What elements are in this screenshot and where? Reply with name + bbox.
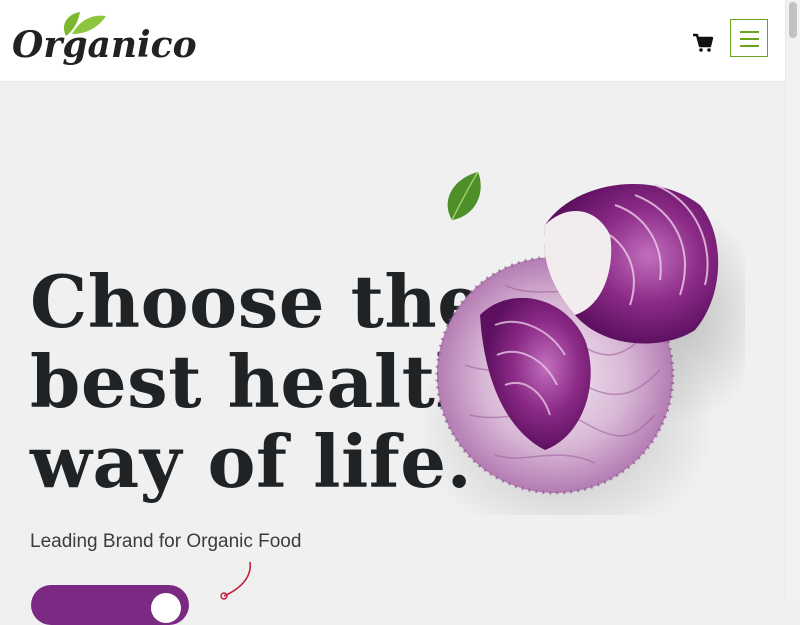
hero-subtitle: Leading Brand for Organic Food: [30, 531, 302, 552]
scrollbar[interactable]: [785, 0, 800, 600]
site-header: Organico: [0, 0, 785, 81]
shopping-cart-icon[interactable]: [692, 33, 714, 53]
cta-circle-icon: [151, 593, 181, 623]
scroll-thumb[interactable]: [789, 2, 797, 38]
hamburger-menu-button[interactable]: [730, 19, 768, 57]
basil-leaf-icon: [447, 171, 481, 221]
menu-bar-icon: [740, 38, 759, 40]
menu-bar-icon: [740, 31, 759, 33]
curved-arrow-icon: [220, 561, 251, 600]
logo[interactable]: Organico: [10, 10, 197, 72]
cta-button[interactable]: [31, 585, 189, 625]
menu-bar-icon: [740, 45, 759, 47]
logo-text: Organico: [12, 24, 197, 66]
